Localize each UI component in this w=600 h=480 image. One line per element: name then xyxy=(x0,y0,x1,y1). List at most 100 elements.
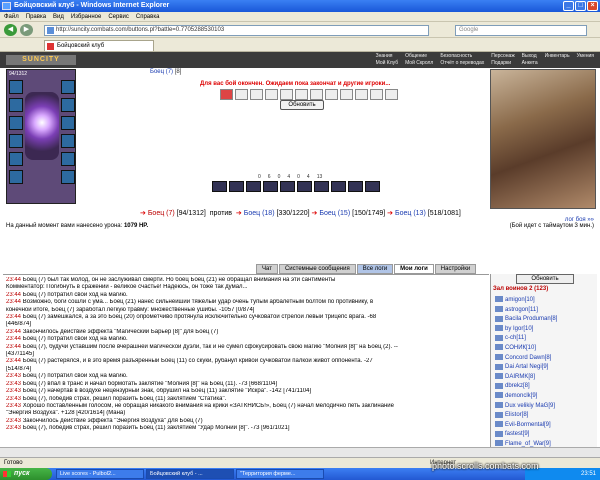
tab-all-logs[interactable]: Все логи xyxy=(356,264,394,274)
task-button[interactable]: Бойцовский клуб - ... xyxy=(146,469,234,479)
warrior-list-item[interactable]: Evil-Bormental[9] xyxy=(495,421,551,430)
minimize-button[interactable]: _ xyxy=(563,1,574,11)
warrior-list-item[interactable]: by Igor[10] xyxy=(495,325,533,334)
menu-file[interactable]: Файл xyxy=(4,12,19,21)
helmet-slot[interactable] xyxy=(9,80,23,94)
warrior-list-item[interactable]: СОНИК[10] xyxy=(495,344,536,353)
spell-slot[interactable] xyxy=(370,89,383,100)
warrior-name: Dai Artal Negi[9] xyxy=(505,364,549,371)
nav-profile[interactable]: Анкета xyxy=(522,60,538,67)
spell-slot[interactable] xyxy=(220,89,233,100)
nav-myscroll[interactable]: Мой Скролл xyxy=(405,60,433,67)
tab-settings[interactable]: Настройки xyxy=(434,264,477,274)
warrior-list-item[interactable]: astrogon[11] xyxy=(495,306,538,315)
warrior-list-item[interactable]: Bacila Produman[8] xyxy=(495,315,557,324)
warrior-list-item[interactable]: DAIRMK[8] xyxy=(495,373,535,382)
ability-icon[interactable] xyxy=(246,181,261,192)
tab-chat[interactable]: Чат xyxy=(256,264,278,274)
enemy-name[interactable]: Боец (13) xyxy=(395,210,426,217)
spell-slots xyxy=(220,89,398,100)
spell-slot[interactable] xyxy=(310,89,323,100)
close-button[interactable]: × xyxy=(587,1,598,11)
ability-icon[interactable] xyxy=(297,181,312,192)
spell-slot[interactable] xyxy=(265,89,278,100)
menu-help[interactable]: Справка xyxy=(136,12,160,21)
back-icon[interactable]: ◀ xyxy=(4,24,17,36)
ability-icon[interactable] xyxy=(365,181,380,192)
self-name[interactable]: Боец (7) xyxy=(148,210,175,217)
forward-icon[interactable]: ▶ xyxy=(20,24,33,36)
spell-slot[interactable] xyxy=(250,89,263,100)
ability-icon[interactable] xyxy=(263,181,278,192)
menu-edit[interactable]: Правка xyxy=(26,12,46,21)
task-button[interactable]: Live scores - Pulbol2... xyxy=(56,469,144,479)
menu-tools[interactable]: Сервис xyxy=(108,12,129,21)
warrior-list-item[interactable]: demonclk[9] xyxy=(495,392,537,401)
log-time: 23:44 xyxy=(6,299,22,306)
nav-chat[interactable]: Общение xyxy=(405,53,433,60)
url-input[interactable]: http://suncity.combats.com/buttons.pl?ba… xyxy=(44,25,429,36)
spell-slot[interactable] xyxy=(235,89,248,100)
nav-exit[interactable]: Выход xyxy=(522,53,538,60)
nav-transfers[interactable]: Отчёт о переводах xyxy=(440,60,484,67)
enemy-name[interactable]: Боец (18) xyxy=(244,210,275,217)
warrior-list-item[interactable]: amigon[10] xyxy=(495,296,535,305)
nav-knowledge[interactable]: Знания xyxy=(376,53,398,60)
spell-slot[interactable] xyxy=(280,89,293,100)
earring-slot[interactable] xyxy=(61,80,75,94)
warrior-list-item[interactable]: Dai Artal Negi[9] xyxy=(495,363,548,372)
gloves-slot[interactable] xyxy=(9,170,23,184)
enemy-name[interactable]: Боец (15) xyxy=(319,210,350,217)
spell-slot[interactable] xyxy=(355,89,368,100)
ability-icon[interactable] xyxy=(212,181,227,192)
tab-system-messages[interactable]: Системные сообщения xyxy=(278,264,356,274)
nav-gifts[interactable]: Подарки xyxy=(491,60,514,67)
weapon-slot[interactable] xyxy=(9,116,23,130)
start-button[interactable]: пуск xyxy=(0,468,52,480)
ability-icon[interactable] xyxy=(280,181,295,192)
ring-slot[interactable] xyxy=(61,98,75,112)
spell-slot[interactable] xyxy=(385,89,398,100)
enemy-hp: [150/1749] xyxy=(352,210,386,217)
belt-slot[interactable] xyxy=(9,152,23,166)
log-time: 23:44 xyxy=(6,277,22,283)
amulet-slot[interactable] xyxy=(9,98,23,112)
sidebar-refresh-button[interactable]: Обновить xyxy=(516,274,574,284)
bracer-slot[interactable] xyxy=(61,134,75,148)
warrior-list-item[interactable]: Elistor[8] xyxy=(495,411,528,420)
warrior-list-item[interactable]: c-ch[11] xyxy=(495,334,526,343)
nav-character[interactable]: Персонаж xyxy=(491,53,514,60)
ability-icon[interactable] xyxy=(314,181,329,192)
shield-slot[interactable] xyxy=(61,116,75,130)
menu-favorites[interactable]: Избранное xyxy=(71,12,101,21)
nav-skills[interactable]: Умения xyxy=(577,53,594,60)
boots-slot[interactable] xyxy=(61,170,75,184)
tab-my-logs[interactable]: Мои логи xyxy=(394,264,434,274)
header-player-name[interactable]: Боец (7) xyxy=(150,69,173,75)
warrior-list-item[interactable]: Dux velikiy MaG[9] xyxy=(495,402,555,411)
warrior-list-item[interactable]: fastest[9] xyxy=(495,430,529,439)
spell-slot[interactable] xyxy=(325,89,338,100)
armor-slot[interactable] xyxy=(9,134,23,148)
nav-security[interactable]: Безопасность xyxy=(440,53,484,60)
warrior-list-item[interactable]: Concord Dawn[8] xyxy=(495,354,551,363)
maximize-button[interactable]: □ xyxy=(575,1,586,11)
warrior-list-item[interactable]: dbrekz[8] xyxy=(495,382,530,391)
opponent-portrait xyxy=(490,69,596,209)
spell-slot[interactable] xyxy=(295,89,308,100)
ability-icon[interactable] xyxy=(348,181,363,192)
nav-myclub[interactable]: Мой Клуб xyxy=(376,60,398,67)
search-input[interactable]: Google xyxy=(455,25,587,36)
tab-combats[interactable]: Бойцовский клуб xyxy=(44,40,154,51)
spell-slot[interactable] xyxy=(340,89,353,100)
enemy-hp: [518/1081] xyxy=(427,210,461,217)
refresh-button[interactable]: Обновить xyxy=(280,100,324,110)
address-bar: ◀ ▶ http://suncity.combats.com/buttons.p… xyxy=(0,22,600,38)
ability-icon[interactable] xyxy=(229,181,244,192)
nav-inventory[interactable]: Инвентарь xyxy=(545,53,570,60)
ability-icon[interactable] xyxy=(331,181,346,192)
task-button[interactable]: "Территория ферме... xyxy=(236,469,324,479)
pants-slot[interactable] xyxy=(61,152,75,166)
menu-view[interactable]: Вид xyxy=(53,12,64,21)
page-icon xyxy=(47,27,54,34)
